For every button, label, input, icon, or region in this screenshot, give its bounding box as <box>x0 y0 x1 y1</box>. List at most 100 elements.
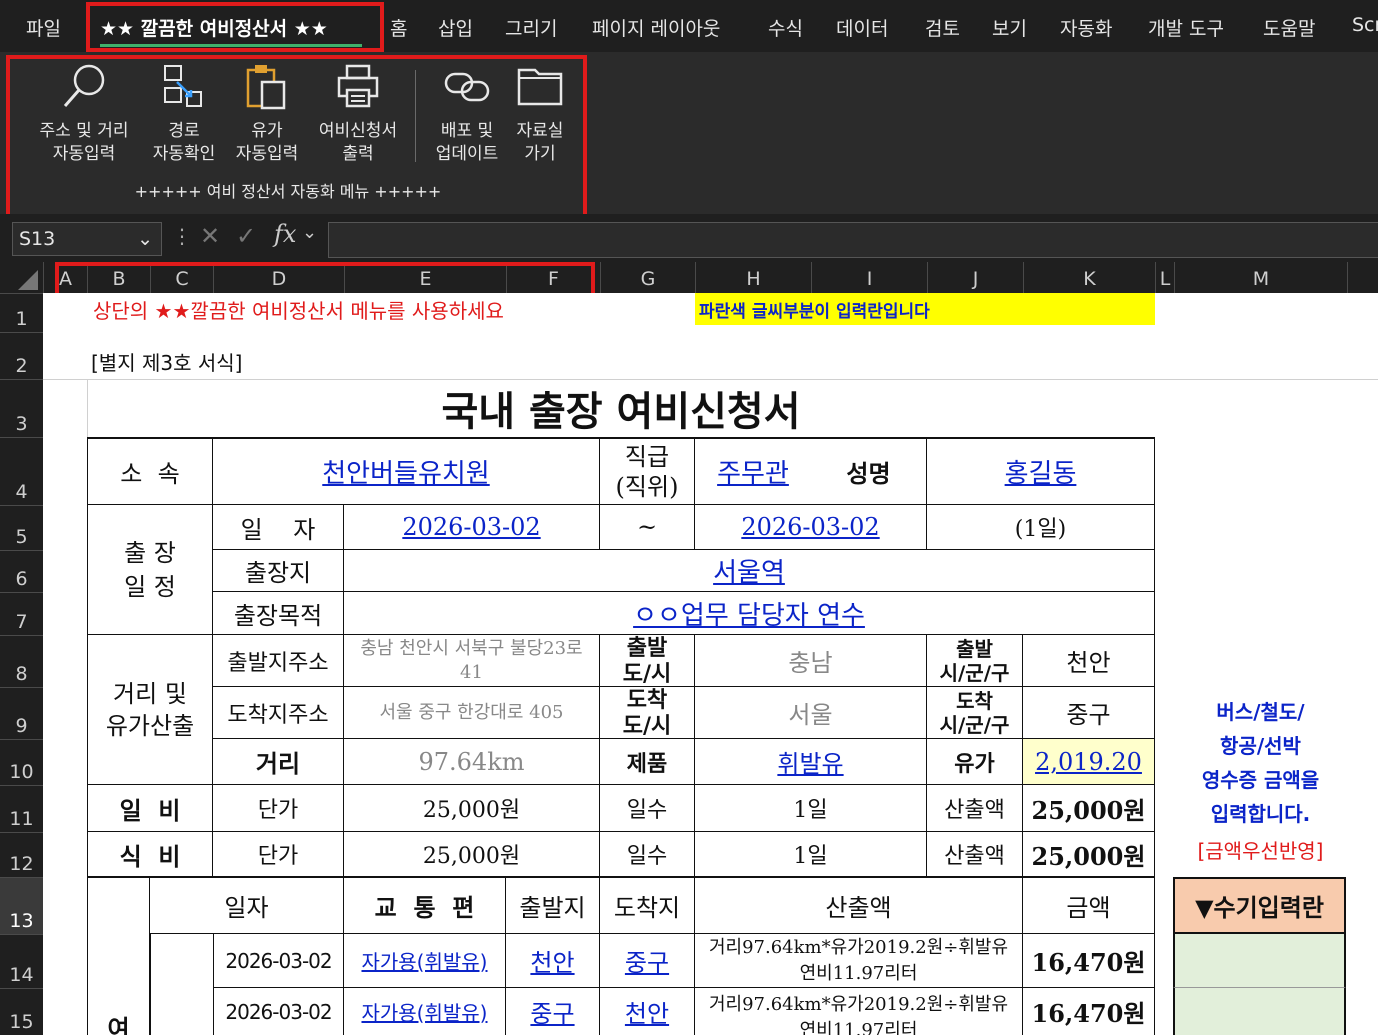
column-header-f[interactable]: F <box>506 262 600 293</box>
column-header-l[interactable]: L <box>1155 262 1174 293</box>
deploy-update-button[interactable]: 배포 및 업데이트 <box>426 62 508 166</box>
manual-input-cell-1[interactable] <box>1173 934 1346 988</box>
row-header-2[interactable]: 2 <box>0 332 43 379</box>
chevron-down-icon[interactable]: ⌄ <box>137 223 153 255</box>
archive-label: 자료실 가기 <box>516 121 564 164</box>
trans-row-1-from[interactable]: 천안 <box>506 934 600 988</box>
cancel-icon[interactable]: ✕ <box>200 222 220 250</box>
row-header-10[interactable]: 10 <box>0 739 43 785</box>
function-icon[interactable]: fx <box>274 220 296 248</box>
name-field[interactable]: 홍길동 <box>927 437 1155 505</box>
tab-home[interactable]: 홈 <box>390 14 407 41</box>
trans-header-to: 도착지 <box>600 877 695 934</box>
place-field[interactable]: 서울역 <box>344 550 1155 592</box>
address-distance-button[interactable]: 주소 및 거리 자동입력 <box>28 62 140 166</box>
row-header-9[interactable]: 9 <box>0 687 43 739</box>
worksheet[interactable]: 상단의 ★★깔끔한 여비정산서 메뉴를 사용하세요 파란색 글씨부분이 입력란입… <box>43 293 1378 1035</box>
row-header-7[interactable]: 7 <box>0 592 43 635</box>
tab-expense-menu[interactable]: ★★ 깔끔한 여비정산서 ★★ <box>100 14 328 41</box>
row-header-6[interactable]: 6 <box>0 550 43 592</box>
tab-developer[interactable]: 개발 도구 <box>1148 14 1224 41</box>
row-header-12[interactable]: 12 <box>0 832 43 877</box>
formula-expand-icon[interactable]: ⌄ <box>302 222 317 243</box>
column-header-h[interactable]: H <box>695 262 811 293</box>
check-icon[interactable]: ✓ <box>236 222 256 250</box>
manual-input-cell-2[interactable] <box>1173 988 1346 1035</box>
row-header-1[interactable]: 1 <box>0 293 43 332</box>
tab-view[interactable]: 보기 <box>992 14 1027 41</box>
tab-data[interactable]: 데이터 <box>836 14 888 41</box>
name-box[interactable]: S13 ⌄ <box>12 222 162 256</box>
column-header-e[interactable]: E <box>344 262 506 293</box>
row-header-15[interactable]: 15 <box>0 988 43 1035</box>
tab-script[interactable]: Scr <box>1352 14 1378 36</box>
row-header-3[interactable]: 3 <box>0 379 43 437</box>
trans-row-1-mode[interactable]: 자가용(휘발유) <box>344 934 506 988</box>
affiliation-field[interactable]: 천안버들유치원 <box>213 437 600 505</box>
purpose-field[interactable]: ㅇㅇ업무 담당자 연수 <box>344 592 1155 635</box>
daily-unit-value: 25,000원 <box>344 785 600 832</box>
trans-row-2-from[interactable]: 중구 <box>506 988 600 1035</box>
to-province-label: 도착 도/시 <box>600 687 695 739</box>
row-header-5[interactable]: 5 <box>0 505 43 550</box>
tab-file[interactable]: 파일 <box>26 14 61 41</box>
column-header-a[interactable]: A <box>43 262 87 293</box>
meal-days-label: 일수 <box>600 832 695 877</box>
column-header-d[interactable]: D <box>213 262 344 293</box>
trans-row-2-to[interactable]: 천안 <box>600 988 695 1035</box>
row-header-8[interactable]: 8 <box>0 635 43 687</box>
formula-bar: S13 ⌄ ⋮ ✕ ✓ fx ⌄ <box>0 214 1378 262</box>
to-province-field: 서울 <box>695 687 927 739</box>
column-header-c[interactable]: C <box>150 262 213 293</box>
column-header-b[interactable]: B <box>87 262 150 293</box>
purpose-label: 출장목적 <box>213 592 344 635</box>
tab-insert[interactable]: 삽입 <box>438 14 473 41</box>
from-city-label: 출발 시/군/구 <box>927 635 1023 687</box>
product-field[interactable]: 휘발유 <box>695 739 927 785</box>
more-options-icon[interactable]: ⋮ <box>172 224 192 248</box>
print-form-button[interactable]: 여비신청서 출력 <box>308 62 408 166</box>
tab-review[interactable]: 검토 <box>925 14 960 41</box>
side-note: 버스/철도/ 항공/선박 영수증 금액을 입력합니다. <box>1201 700 1320 826</box>
formula-input[interactable] <box>328 222 1378 258</box>
trans-row-1-date: 2026-03-02 <box>213 934 344 988</box>
tab-automate[interactable]: 자동화 <box>1060 14 1112 41</box>
trans-row-2-mode[interactable]: 자가용(휘발유) <box>344 988 506 1035</box>
tab-formulas[interactable]: 수식 <box>768 14 803 41</box>
active-tab-indicator <box>100 44 362 47</box>
date-tilde: ~ <box>600 505 695 550</box>
trans-row-2-calc: 거리97.64km*유가2019.2원÷휘발유연비11.97리터 <box>695 988 1023 1035</box>
column-header-i[interactable]: I <box>811 262 927 293</box>
column-header-g[interactable]: G <box>600 262 695 293</box>
daily-days-value: 1일 <box>695 785 927 832</box>
to-address-label: 도착지주소 <box>213 687 344 739</box>
column-header-n[interactable] <box>1347 262 1378 293</box>
rank-field[interactable]: 주무관 <box>695 437 811 505</box>
row-header-11[interactable]: 11 <box>0 785 43 832</box>
page-title: 국내 출장 여비신청서 <box>441 389 801 435</box>
column-header-j[interactable]: J <box>927 262 1023 293</box>
column-header-k[interactable]: K <box>1023 262 1155 293</box>
row-header-4[interactable]: 4 <box>0 437 43 505</box>
select-all-corner[interactable] <box>0 262 43 293</box>
archive-button[interactable]: 자료실 가기 <box>508 62 572 166</box>
date-to-field[interactable]: 2026-03-02 <box>695 505 927 550</box>
meal-unit-value: 25,000원 <box>344 832 600 877</box>
to-address-field: 서울 중구 한강대로 405 <box>344 687 600 739</box>
tab-page-layout[interactable]: 페이지 레이아웃 <box>592 14 720 41</box>
distance-label: 거리 <box>213 739 344 785</box>
route-check-button[interactable]: 경로 자동확인 <box>142 62 226 166</box>
row-header-14[interactable]: 14 <box>0 934 43 988</box>
fuel-price-field[interactable]: 2,019.20 <box>1023 739 1155 785</box>
row-header-13[interactable]: 13 <box>0 877 43 934</box>
fuel-price-button[interactable]: 유가 자동입력 <box>228 62 306 166</box>
from-province-label: 출발 도/시 <box>600 635 695 687</box>
column-header-m[interactable]: M <box>1174 262 1347 293</box>
tab-help[interactable]: 도움말 <box>1263 14 1315 41</box>
tab-draw[interactable]: 그리기 <box>505 14 557 41</box>
date-from-field[interactable]: 2026-03-02 <box>344 505 600 550</box>
fuel-price-label: 유가 자동입력 <box>235 121 299 164</box>
route-check-label: 경로 자동확인 <box>152 121 216 164</box>
trans-row-1-to[interactable]: 중구 <box>600 934 695 988</box>
date-label: 일 자 <box>213 505 344 550</box>
